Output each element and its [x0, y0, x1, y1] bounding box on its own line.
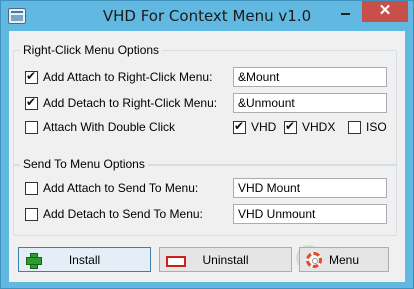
- vhdx-format-option: VHDX: [284, 117, 335, 137]
- plus-icon: [25, 252, 42, 269]
- double-click-row: Attach With Double Click: [25, 117, 175, 137]
- install-label: Install: [68, 252, 101, 267]
- install-button[interactable]: Install: [18, 247, 151, 272]
- lifebuoy-icon: [306, 252, 322, 268]
- minus-icon: [166, 252, 186, 268]
- client-area: Right-Click Menu Options Add Attach to R…: [9, 31, 405, 282]
- iso-checkbox[interactable]: [348, 120, 361, 134]
- send-to-attach-input[interactable]: VHD Mount: [233, 178, 387, 198]
- send-to-detach-input[interactable]: VHD Unmount: [233, 204, 387, 224]
- send-to-detach-row: Add Detach to Send To Menu:: [25, 204, 203, 224]
- right-click-attach-input[interactable]: &Mount: [233, 67, 387, 87]
- minimize-button[interactable]: [332, 1, 359, 22]
- double-click-checkbox[interactable]: [25, 120, 38, 134]
- uninstall-button[interactable]: Uninstall: [159, 247, 292, 272]
- right-click-detach-input[interactable]: &Unmount: [233, 93, 387, 113]
- group-legend: Send To Menu Options: [20, 157, 148, 171]
- double-click-label: Attach With Double Click: [43, 120, 176, 134]
- vhd-checkbox[interactable]: [233, 119, 246, 134]
- send-to-detach-checkbox[interactable]: [25, 207, 38, 221]
- iso-label: ISO: [366, 120, 387, 134]
- vhdx-label: VHDX: [302, 120, 336, 134]
- minimize-icon: [341, 13, 350, 15]
- iso-format-option: ISO: [348, 117, 387, 137]
- send-to-attach-label: Add Attach to Send To Menu:: [43, 181, 199, 195]
- right-click-attach-label: Add Attach to Right-Click Menu:: [43, 70, 213, 84]
- right-click-attach-row: Add Attach to Right-Click Menu:: [25, 67, 212, 87]
- right-click-detach-row: Add Detach to Right-Click Menu:: [25, 93, 217, 113]
- title-bar[interactable]: VHD For Context Menu v1.0 ✕: [1, 1, 413, 31]
- right-click-attach-checkbox[interactable]: [25, 69, 38, 84]
- right-click-detach-checkbox[interactable]: [25, 95, 38, 110]
- vhd-label: VHD: [251, 120, 277, 134]
- menu-label: Menu: [328, 252, 360, 267]
- group-legend: Right-Click Menu Options: [20, 43, 163, 57]
- close-button[interactable]: ✕: [362, 1, 408, 22]
- right-click-detach-label: Add Detach to Right-Click Menu:: [43, 96, 218, 110]
- uninstall-label: Uninstall: [202, 252, 249, 267]
- close-icon: ✕: [378, 2, 392, 19]
- send-to-detach-label: Add Detach to Send To Menu:: [43, 207, 203, 221]
- vhd-format-option: VHD: [233, 117, 276, 137]
- send-to-options-group: Send To Menu Options: [13, 157, 397, 236]
- send-to-attach-row: Add Attach to Send To Menu:: [25, 178, 198, 198]
- app-window: VHD For Context Menu v1.0 ✕ Right-Click …: [0, 0, 414, 289]
- vhdx-checkbox[interactable]: [284, 119, 297, 134]
- send-to-attach-checkbox[interactable]: [25, 181, 38, 195]
- menu-button[interactable]: Menu: [299, 247, 389, 272]
